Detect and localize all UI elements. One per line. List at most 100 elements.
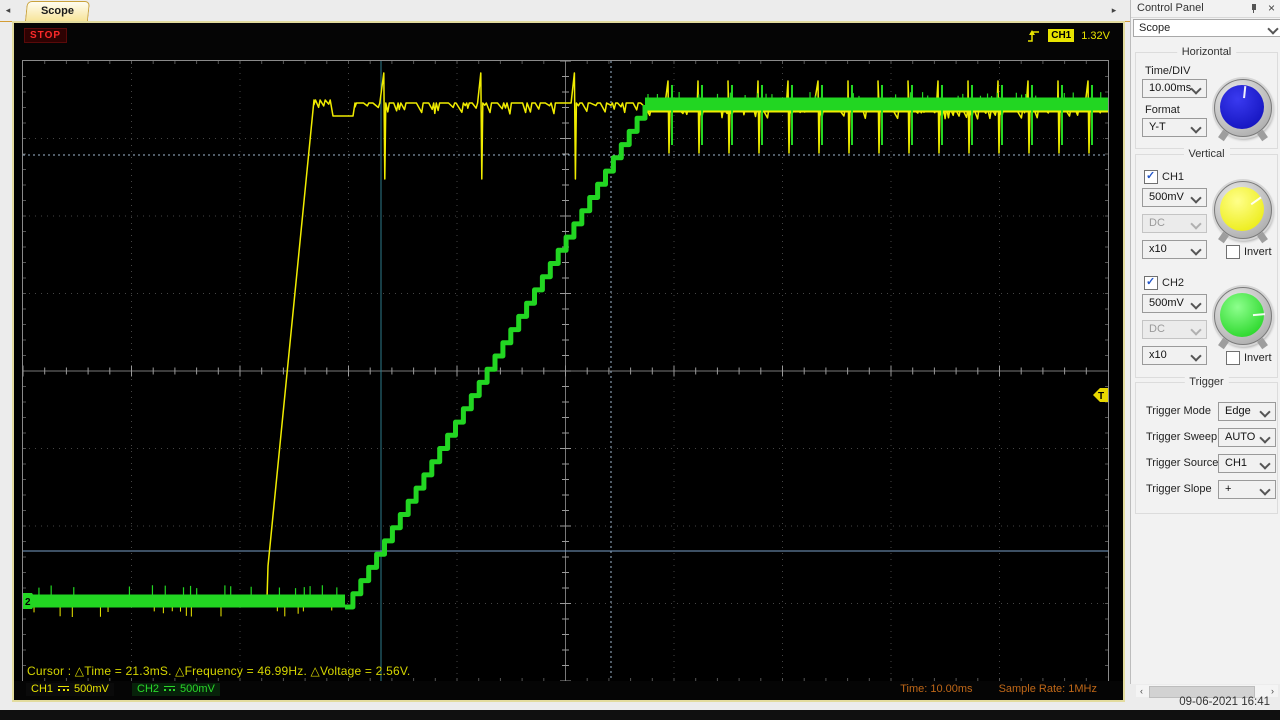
svg-text:2: 2 xyxy=(25,597,31,608)
ch2-label: CH2 xyxy=(1162,277,1185,289)
time-div-label: Time/DIV xyxy=(1145,65,1191,77)
ch1-probe-value: x10 xyxy=(1149,243,1167,255)
ch2-invert-label: Invert xyxy=(1244,352,1272,364)
trigger-slope-select[interactable]: + xyxy=(1218,480,1276,499)
ch1-label: CH1 xyxy=(1162,171,1185,183)
panel-mode-value: Scope xyxy=(1139,22,1171,34)
ch1-enable-checkbox[interactable]: CH1 xyxy=(1144,169,1185,184)
ch2-status-chip[interactable]: CH2 500mV xyxy=(132,683,220,696)
format-label: Format xyxy=(1145,104,1180,116)
trigger-source-label: Trigger Source xyxy=(1146,457,1219,469)
checkbox-unchecked-icon xyxy=(1226,351,1240,365)
waveform-display[interactable]: 2T Cursor : △Time = 21.3mS. △Frequency =… xyxy=(22,60,1109,682)
dc-coupling-icon xyxy=(58,686,70,693)
ch1-position-knob[interactable] xyxy=(1214,181,1272,239)
trigger-slope-label: Trigger Slope xyxy=(1146,483,1212,495)
checkbox-checked-icon xyxy=(1144,169,1158,184)
trigger-sweep-select[interactable]: AUTO xyxy=(1218,428,1276,447)
time-div-value: 10.00ms xyxy=(1149,82,1192,94)
horizontal-position-knob[interactable] xyxy=(1214,79,1272,137)
close-icon[interactable]: × xyxy=(1268,2,1275,14)
scroll-left-icon[interactable]: ‹ xyxy=(1136,685,1147,697)
horizontal-group: Horizontal Time/DIV 10.00ms Format Y-T xyxy=(1135,46,1278,149)
stop-button[interactable]: STOP xyxy=(24,28,68,43)
trigger-source-select[interactable]: CH1 xyxy=(1218,454,1276,473)
tab-strip: ◂ Scope ▸ xyxy=(0,0,1130,22)
ch1-invert-label: Invert xyxy=(1244,246,1272,258)
chevron-down-icon xyxy=(1259,484,1271,496)
ch2-volts-value: 500mV xyxy=(1149,297,1184,309)
trigger-source-value: CH1 xyxy=(1225,457,1248,469)
time-div-select[interactable]: 10.00ms xyxy=(1142,79,1207,98)
ch2-enable-checkbox[interactable]: CH2 xyxy=(1144,275,1185,290)
ch1-coupling-value: DC xyxy=(1149,217,1165,229)
panel-mode-select[interactable]: Scope xyxy=(1133,19,1280,37)
ch1-volts-value: 500mV xyxy=(1149,191,1184,203)
trigger-source-badge: CH1 xyxy=(1048,29,1075,42)
tab-scope[interactable]: Scope xyxy=(24,1,91,21)
ch2-invert-checkbox[interactable]: Invert xyxy=(1226,351,1272,365)
chevron-down-icon xyxy=(1190,298,1202,310)
trigger-edge-icon xyxy=(1028,29,1040,42)
ch2-status-volts: 500mV xyxy=(180,683,215,695)
svg-text:T: T xyxy=(1098,391,1104,402)
scope-statusbar: CH1 500mV CH2 500mV Time: 10.00ms Sample… xyxy=(14,681,1123,700)
chevron-down-icon xyxy=(1259,432,1271,444)
datetime-display: 09-06-2021 16:41 xyxy=(1179,696,1270,708)
trigger-info: CH1 1.32V xyxy=(1027,28,1110,43)
waveform-canvas[interactable]: 2T xyxy=(23,61,1108,681)
chevron-down-icon xyxy=(1190,83,1202,95)
ch2-volts-select[interactable]: 500mV xyxy=(1142,294,1207,313)
timebase-status: Time: 10.00ms xyxy=(900,683,973,695)
trigger-group-label: Trigger xyxy=(1184,376,1229,388)
ch2-coupling-value: DC xyxy=(1149,323,1165,335)
format-select[interactable]: Y-T xyxy=(1142,118,1207,137)
trigger-sweep-value: AUTO xyxy=(1225,431,1256,443)
ch2-status-label: CH2 xyxy=(137,683,160,695)
vertical-group: Vertical CH1 500mV DC x10 Invert CH2 500… xyxy=(1135,148,1278,378)
trigger-mode-label: Trigger Mode xyxy=(1146,405,1212,417)
chevron-down-icon xyxy=(1259,458,1271,470)
cursor-readout: Cursor : △Time = 21.3mS. △Frequency = 46… xyxy=(27,664,411,678)
chevron-down-icon xyxy=(1190,218,1202,230)
chevron-down-icon xyxy=(1190,324,1202,336)
ch1-status-volts: 500mV xyxy=(74,683,109,695)
scope-topbar: STOP CH1 1.32V xyxy=(14,23,1123,60)
tab-scope-label: Scope xyxy=(40,5,74,17)
trigger-level-value: 1.32V xyxy=(1081,29,1110,42)
trigger-slope-value: + xyxy=(1225,483,1232,495)
vertical-group-label: Vertical xyxy=(1183,148,1230,160)
horizontal-group-label: Horizontal xyxy=(1176,46,1237,58)
chevron-down-icon xyxy=(1259,406,1271,418)
chevron-down-icon xyxy=(1190,350,1202,362)
tab-scroll-left-icon[interactable]: ◂ xyxy=(2,4,14,17)
ch1-volts-select[interactable]: 500mV xyxy=(1142,188,1207,207)
tab-scroll-right-icon[interactable]: ▸ xyxy=(1108,4,1120,17)
trigger-sweep-label: Trigger Sweep xyxy=(1146,431,1218,443)
chevron-down-icon xyxy=(1190,244,1202,256)
ch1-invert-checkbox[interactable]: Invert xyxy=(1226,245,1272,259)
control-panel-header: Control Panel × xyxy=(1131,0,1280,18)
ch2-probe-select[interactable]: x10 xyxy=(1142,346,1207,365)
scope-widget: STOP CH1 1.32V 2T Cursor : △Time = 21.3m… xyxy=(12,21,1125,702)
format-value: Y-T xyxy=(1149,121,1166,133)
trigger-mode-select[interactable]: Edge xyxy=(1218,402,1276,421)
ch1-coupling-select: DC xyxy=(1142,214,1207,233)
chevron-down-icon xyxy=(1190,122,1202,134)
ch1-status-chip[interactable]: CH1 500mV xyxy=(26,683,114,696)
chevron-down-icon xyxy=(1267,23,1279,35)
pin-icon[interactable] xyxy=(1249,3,1259,14)
taskbar-strip xyxy=(0,710,1280,720)
ch2-coupling-select: DC xyxy=(1142,320,1207,339)
ch2-probe-value: x10 xyxy=(1149,349,1167,361)
trigger-mode-value: Edge xyxy=(1225,405,1251,417)
dc-coupling-icon xyxy=(164,686,176,693)
chevron-down-icon xyxy=(1190,192,1202,204)
control-panel-title: Control Panel xyxy=(1137,2,1204,14)
ch2-position-knob[interactable] xyxy=(1214,287,1272,345)
ch1-probe-select[interactable]: x10 xyxy=(1142,240,1207,259)
checkbox-checked-icon xyxy=(1144,275,1158,290)
trigger-group: Trigger Trigger Mode Edge Trigger Sweep … xyxy=(1135,376,1278,514)
control-panel: Control Panel × Scope Horizontal Time/DI… xyxy=(1130,0,1280,684)
ch1-status-label: CH1 xyxy=(31,683,54,695)
